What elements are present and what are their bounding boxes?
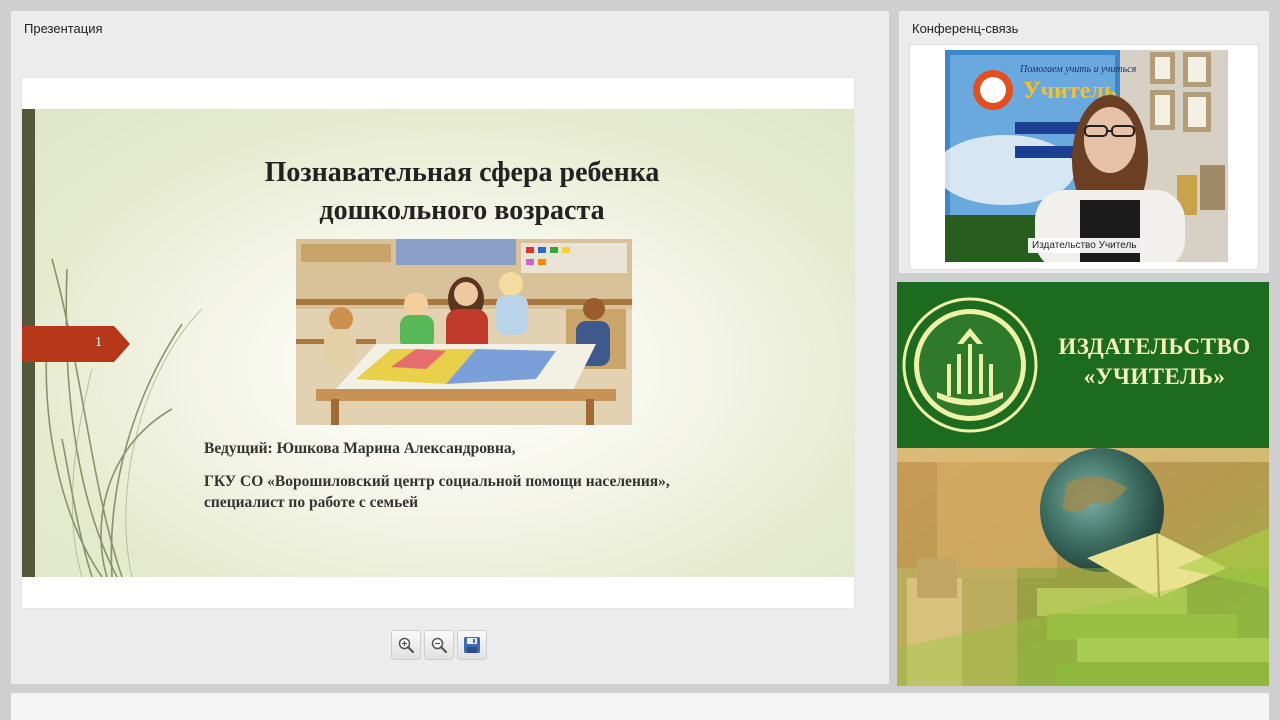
presentation-panel-title: Презентация	[24, 21, 103, 36]
slide-title-line2: дошкольного возраста	[319, 195, 605, 226]
publisher-name: ИЗДАТЕЛЬСТВО «УЧИТЕЛЬ»	[1047, 332, 1262, 392]
books-globe-image	[897, 448, 1269, 686]
zoom-out-button[interactable]	[424, 630, 454, 660]
presentation-panel: Презентация 1 Познавательная сфера ребен…	[11, 11, 889, 684]
publisher-header: ИЗДАТЕЛЬСТВО «УЧИТЕЛЬ»	[897, 282, 1269, 448]
svg-text:Помогаем учить и учиться: Помогаем учить и учиться	[1019, 64, 1137, 75]
slide-page-number: 1	[95, 335, 102, 350]
participant-name-tag: Издательство Учитель	[1028, 238, 1141, 253]
publisher-name-line1: ИЗДАТЕЛЬСТВО	[1058, 334, 1251, 359]
slide-org-line2: специалист по работе с семьей	[204, 494, 419, 511]
video-container: Помогаем учить и учиться Учитель Издател…	[909, 44, 1259, 270]
slide-title: Познавательная сфера ребенка дошкольного…	[162, 154, 762, 230]
classroom-photo	[296, 239, 632, 425]
conference-panel-title: Конференц-связь	[912, 21, 1019, 36]
bottom-panel	[11, 693, 1269, 720]
slide-viewer[interactable]: 1 Познавательная сфера ребенка дошкольно…	[22, 78, 854, 608]
slide-title-line1: Познавательная сфера ребенка	[264, 157, 660, 188]
zoom-out-icon	[431, 637, 448, 654]
save-icon	[464, 637, 480, 653]
slide-org-line1: ГКУ СО «Ворошиловский центр социальной п…	[204, 473, 670, 490]
slide-organization: ГКУ СО «Ворошиловский центр социальной п…	[204, 471, 764, 513]
participant-video[interactable]: Помогаем учить и учиться Учитель Издател…	[945, 50, 1228, 262]
slide-host: Ведущий: Юшкова Марина Александровна,	[204, 440, 516, 457]
conference-panel: Конференц-связь Помогаем учить и учиться…	[899, 11, 1269, 273]
zoom-in-button[interactable]	[391, 630, 421, 660]
presentation-toolbar	[391, 630, 487, 660]
save-button[interactable]	[457, 630, 487, 660]
zoom-in-icon	[398, 637, 415, 654]
publisher-banner: ИЗДАТЕЛЬСТВО «УЧИТЕЛЬ»	[897, 282, 1269, 686]
publisher-logo-icon	[902, 297, 1038, 433]
slide: 1 Познавательная сфера ребенка дошкольно…	[22, 109, 854, 577]
publisher-name-line2: «УЧИТЕЛЬ»	[1083, 364, 1226, 389]
slide-number-tab	[22, 326, 130, 362]
